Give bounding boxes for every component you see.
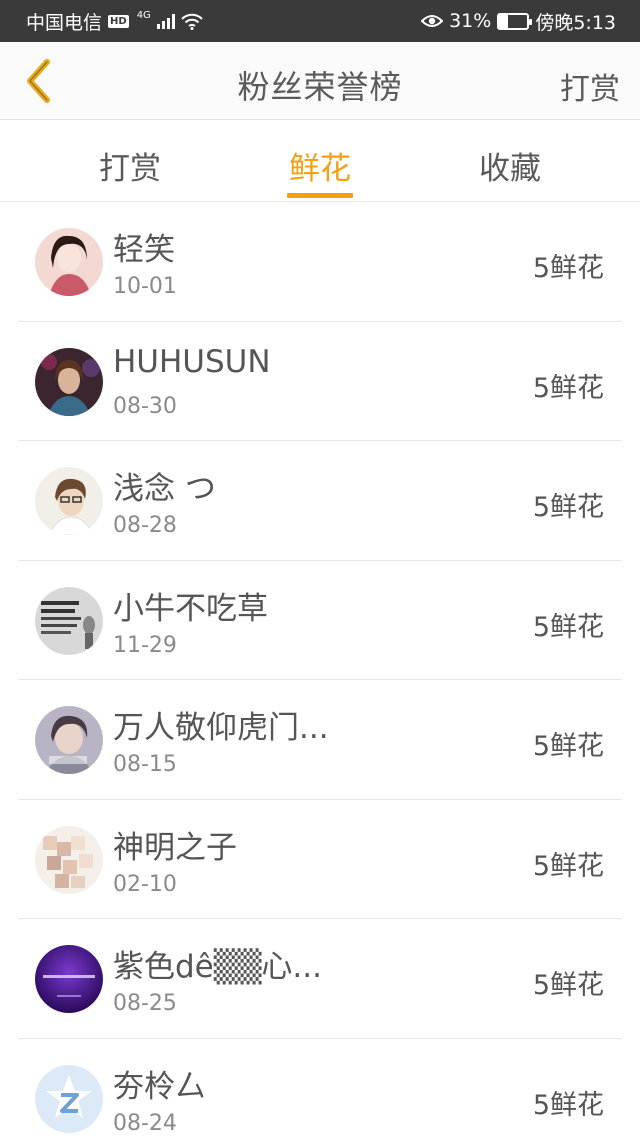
fan-date: 02-10: [113, 871, 177, 897]
fan-name: 紫色dê▒▒心...: [113, 949, 322, 985]
battery-percent: 31%: [449, 10, 492, 32]
gift-count: 5鲜花: [532, 611, 604, 643]
gift-count: 5鲜花: [532, 1089, 604, 1121]
avatar[interactable]: [35, 586, 103, 655]
signal-icon: [156, 13, 175, 29]
avatar[interactable]: [35, 825, 103, 894]
fan-name: HUHUSUN: [113, 343, 271, 380]
list-item[interactable]: 紫色dê▒▒心... 08-25 5鲜花: [18, 919, 622, 1039]
gift-count: 5鲜花: [532, 372, 604, 404]
gift-count: 5鲜花: [532, 253, 604, 284]
carrier-label: 中国电信: [26, 11, 103, 34]
tab-reward[interactable]: 打赏: [70, 143, 190, 188]
fan-date: 08-28: [113, 513, 177, 538]
avatar[interactable]: [35, 706, 103, 774]
avatar[interactable]: [35, 467, 103, 535]
fan-name: 轻笑: [113, 232, 175, 268]
gift-count: 5鲜花: [532, 492, 604, 523]
fan-name: 浅念 つ: [113, 471, 216, 507]
fan-list: 轻笑 10-01 5鲜花 HUHUSUN 08-30 5鲜花 浅念 つ 08-2…: [0, 202, 640, 1138]
gift-count: 5鲜花: [532, 850, 604, 882]
avatar[interactable]: [35, 1064, 103, 1133]
fan-date: 11-29: [113, 632, 177, 658]
avatar[interactable]: [35, 347, 103, 416]
fan-name: 小牛不吃草: [113, 590, 268, 627]
fan-name: 神明之子: [113, 829, 237, 866]
fan-date: 08-15: [113, 752, 177, 777]
page-title: 粉丝荣誉榜: [237, 68, 403, 106]
tab-favorites[interactable]: 收藏: [450, 143, 570, 188]
eye-icon: [421, 15, 444, 27]
tab-bar: 打赏 鲜花 收藏: [0, 121, 640, 202]
list-item[interactable]: 万人敬仰虎门... 08-15 5鲜花: [18, 680, 622, 800]
fan-date: 08-25: [113, 991, 177, 1016]
list-item[interactable]: 小牛不吃草 11-29 5鲜花: [18, 561, 622, 680]
avatar[interactable]: [35, 228, 103, 296]
battery-fill: [499, 14, 508, 28]
gift-count: 5鲜花: [532, 731, 604, 762]
fan-date: 10-01: [113, 274, 177, 299]
fan-name: 万人敬仰虎门...: [113, 710, 329, 746]
battery-icon: [497, 12, 533, 30]
clock: 傍晚5:13: [535, 11, 616, 34]
avatar[interactable]: [35, 945, 103, 1013]
hd-badge: HD: [108, 14, 129, 28]
gift-count: 5鲜花: [532, 970, 604, 1001]
fan-name: 夯柃厶: [113, 1068, 206, 1105]
list-item[interactable]: 神明之子 02-10 5鲜花: [18, 800, 622, 919]
nav-bar: 粉丝荣誉榜 打赏: [0, 42, 640, 120]
reward-button[interactable]: 打赏: [560, 64, 620, 108]
list-item[interactable]: 浅念 つ 08-28 5鲜花: [18, 441, 622, 561]
active-tab-indicator: [287, 193, 353, 198]
tab-flowers[interactable]: 鲜花: [260, 143, 380, 188]
fan-date: 08-30: [113, 393, 177, 419]
status-bar: 中国电信 HD 4G 31% 傍晚5:13: [0, 0, 640, 42]
network-type-label: 4G: [136, 9, 151, 21]
list-item[interactable]: 轻笑 10-01 5鲜花: [18, 202, 622, 322]
list-item[interactable]: HUHUSUN 08-30 5鲜花: [18, 322, 622, 441]
wifi-icon: [181, 13, 203, 30]
fan-date: 08-24: [113, 1110, 177, 1136]
list-item[interactable]: 夯柃厶 08-24 5鲜花: [18, 1039, 622, 1138]
